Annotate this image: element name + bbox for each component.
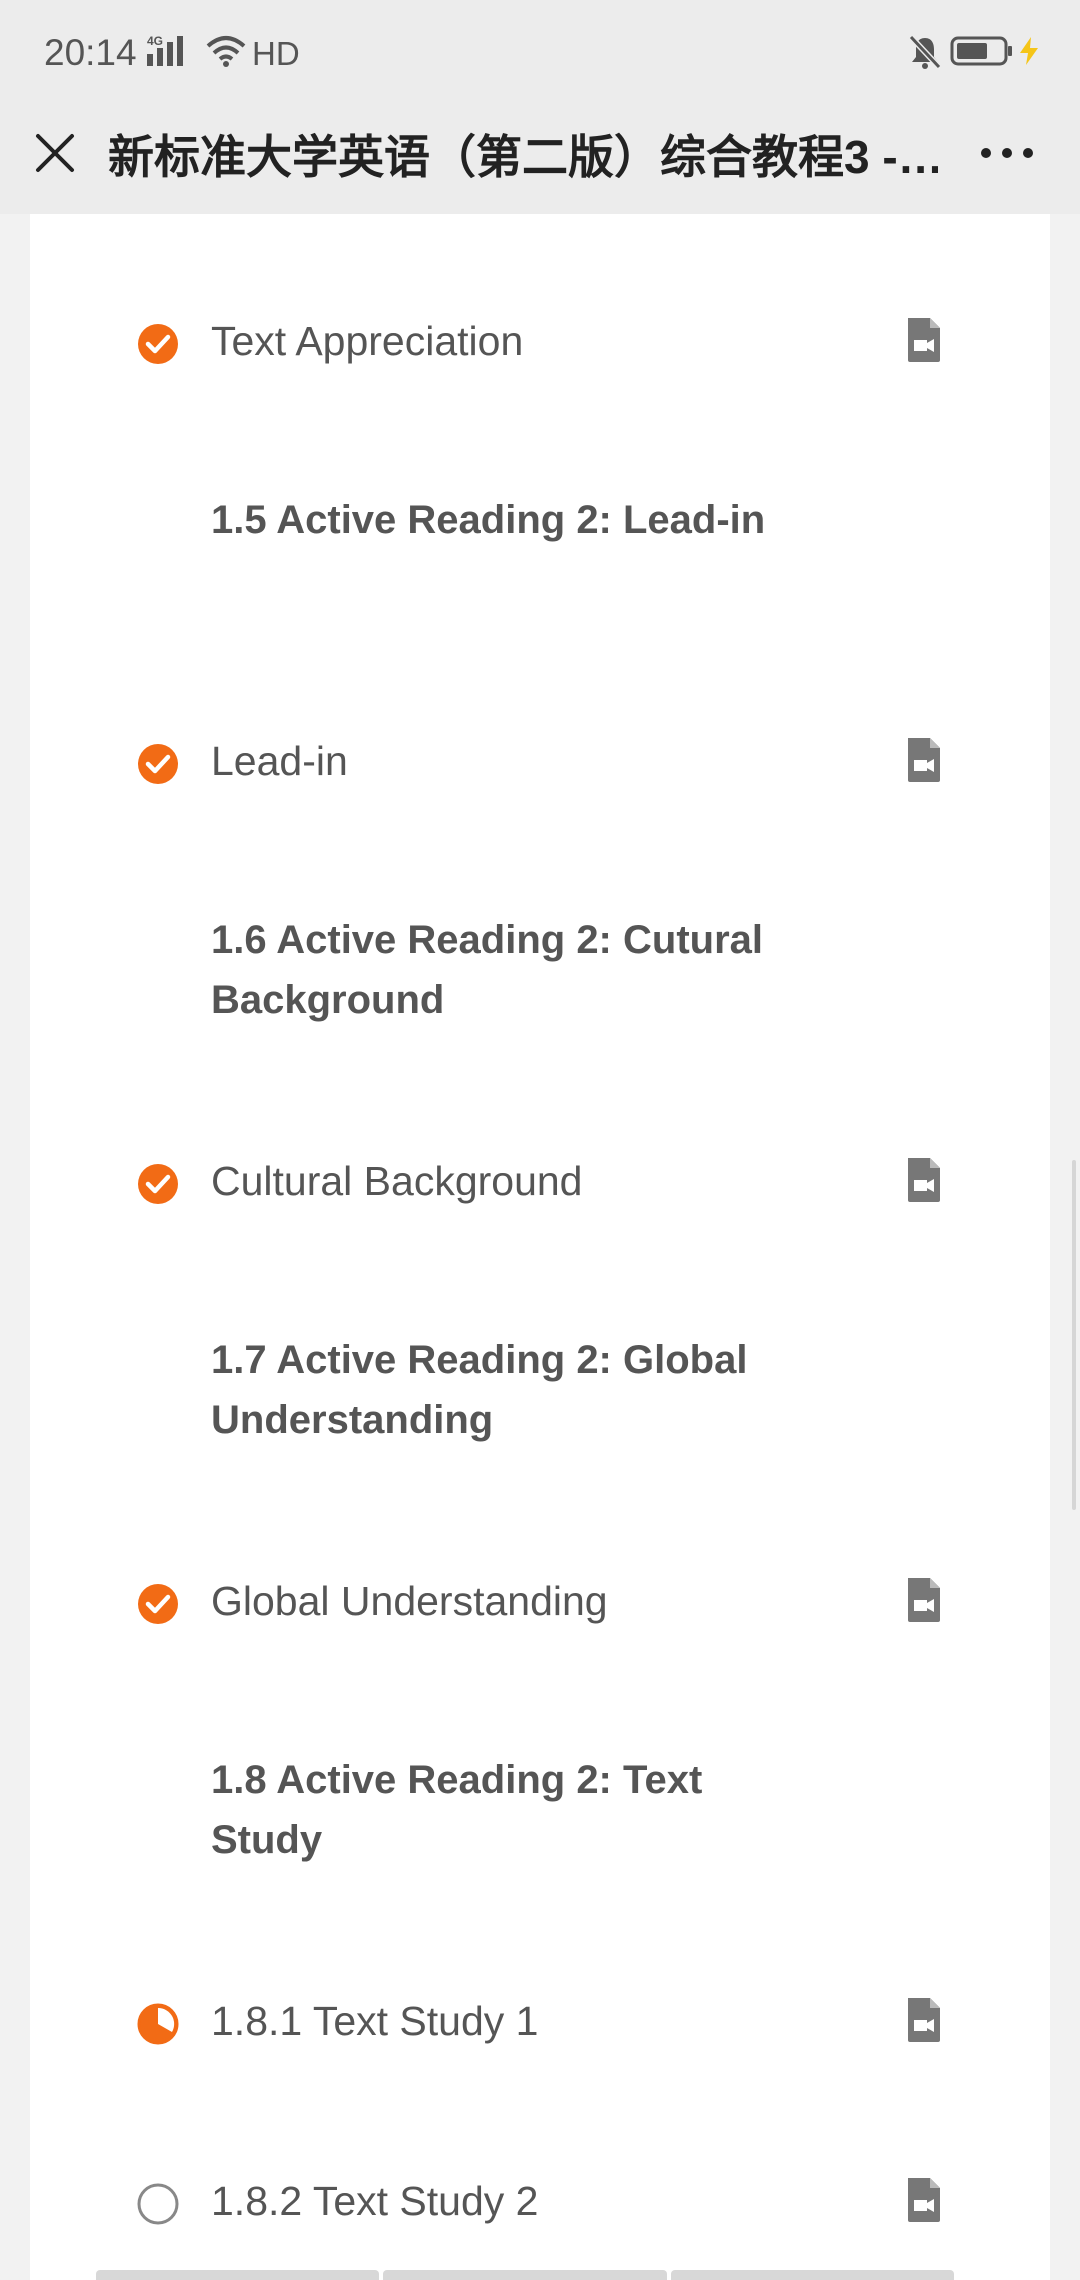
- navigation-bar: 新标准大学英语（第二版）综合教程3 -…: [0, 108, 1080, 214]
- battery-icon: [950, 36, 1014, 71]
- course-outline-card: Text Appreciation 1.5 Active Reading 2: …: [30, 214, 1050, 2280]
- video-document-icon[interactable]: [904, 1996, 944, 2044]
- lesson-item-label: Global Understanding: [211, 1578, 608, 1624]
- video-document-icon[interactable]: [904, 736, 944, 784]
- lesson-item-label: Lead-in: [211, 738, 348, 784]
- section-title: 1.8 Active Reading 2: Text Study: [211, 1758, 703, 1862]
- lesson-item-label: 1.8.2 Text Study 2: [211, 2178, 539, 2224]
- more-options-icon[interactable]: [972, 130, 1042, 176]
- video-document-icon[interactable]: [904, 316, 944, 364]
- status-time: 20:14: [44, 32, 137, 73]
- status-bar: 20:14 4G HD: [0, 0, 1080, 108]
- not-started-circle-icon: [136, 2182, 180, 2226]
- completed-check-icon: [136, 1162, 180, 1206]
- signal-icon: 4G: [147, 34, 193, 73]
- video-document-icon[interactable]: [904, 2176, 944, 2224]
- lesson-item-label: Text Appreciation: [211, 318, 524, 364]
- close-icon[interactable]: [30, 128, 80, 178]
- video-document-icon[interactable]: [904, 1156, 944, 1204]
- completed-check-icon: [136, 322, 180, 366]
- partial-progress-icon: [136, 2002, 180, 2046]
- network-type-label: 4G: [147, 34, 163, 48]
- hd-indicator: HD: [252, 35, 300, 72]
- completed-check-icon: [136, 742, 180, 786]
- page-title: 新标准大学英语（第二版）综合教程3 -…: [108, 131, 938, 183]
- wifi-icon: [206, 34, 246, 73]
- lesson-item-label: Cultural Background: [211, 1158, 583, 1204]
- bottom-tab[interactable]: [96, 2270, 380, 2280]
- bottom-tab[interactable]: [670, 2270, 954, 2280]
- completed-check-icon: [136, 1582, 180, 1626]
- section-title: 1.5 Active Reading 2: Lead-in: [211, 498, 766, 542]
- scrollbar[interactable]: [1072, 1160, 1076, 1510]
- charging-icon: [1018, 36, 1040, 71]
- section-title: 1.7 Active Reading 2: Global Understandi…: [211, 1338, 748, 1442]
- video-document-icon[interactable]: [904, 1576, 944, 1624]
- bottom-tab-edges: [96, 2270, 954, 2280]
- bottom-tab[interactable]: [383, 2270, 667, 2280]
- section-title: 1.6 Active Reading 2: Cutural Background: [211, 918, 763, 1022]
- mute-bell-icon: [908, 34, 942, 75]
- lesson-item-label: 1.8.1 Text Study 1: [211, 1998, 539, 2044]
